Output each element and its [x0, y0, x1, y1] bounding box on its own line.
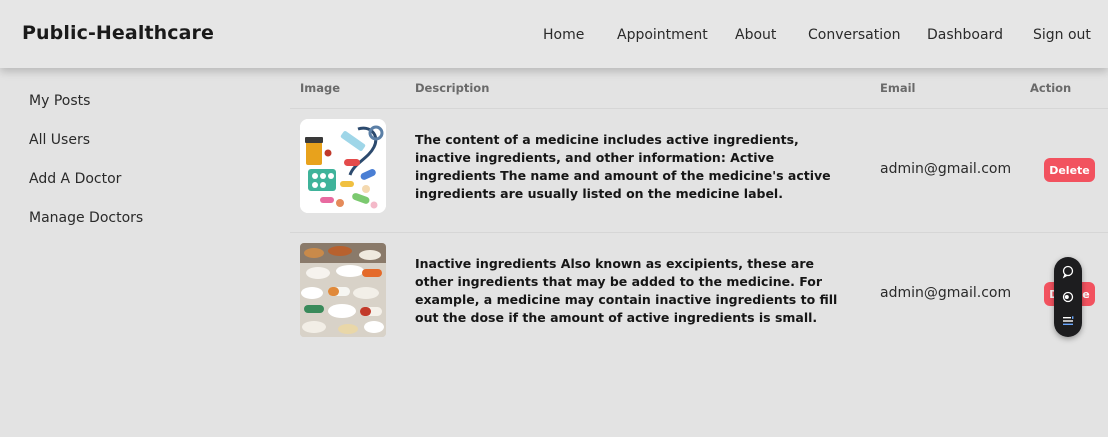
column-header-action: Action — [1030, 81, 1072, 95]
medicine-collage-graphic — [300, 119, 386, 213]
table-row: Inactive ingredients Also known as excip… — [290, 233, 1108, 355]
posts-table: Image Description Email Action The conte… — [290, 68, 1108, 437]
nav-link-conversation[interactable]: Conversation — [808, 27, 901, 43]
post-description: Inactive ingredients Also known as excip… — [415, 256, 838, 325]
sidebar-item-all-users[interactable]: All Users — [29, 132, 90, 148]
delete-button[interactable]: Delete — [1044, 158, 1095, 182]
nav-link-sign-out[interactable]: Sign out — [1033, 27, 1091, 43]
post-email: admin@gmail.com — [880, 161, 1012, 177]
table-row: The content of a medicine includes activ… — [290, 109, 1108, 231]
sidebar-item-my-posts[interactable]: My Posts — [29, 93, 90, 109]
list-menu-icon[interactable] — [1060, 313, 1076, 329]
pills-pile-image — [300, 243, 386, 337]
nav-link-home[interactable]: Home — [543, 27, 584, 43]
nav-links: Home Appointment About Conversation Dash… — [0, 27, 1108, 47]
top-navbar: Public-Healthcare Home Appointment About… — [0, 0, 1108, 68]
column-header-image: Image — [300, 81, 341, 95]
sidebar-item-add-a-doctor[interactable]: Add A Doctor — [29, 171, 121, 187]
sidebar: My Posts All Users Add A Doctor Manage D… — [0, 68, 280, 437]
post-email: admin@gmail.com — [880, 285, 1012, 301]
toggle-icon[interactable] — [1060, 289, 1076, 305]
pills-pile-graphic — [300, 243, 386, 337]
column-header-email: Email — [880, 81, 916, 95]
chat-bubble-icon[interactable] — [1060, 264, 1076, 280]
column-header-description: Description — [415, 81, 490, 95]
floating-toolbar — [1054, 257, 1082, 337]
sidebar-item-manage-doctors[interactable]: Manage Doctors — [29, 210, 143, 226]
post-description: The content of a medicine includes activ… — [415, 132, 831, 201]
medicine-collage-image — [300, 119, 386, 213]
nav-link-dashboard[interactable]: Dashboard — [927, 27, 1003, 43]
nav-link-about[interactable]: About — [735, 27, 776, 43]
nav-link-appointment[interactable]: Appointment — [617, 27, 708, 43]
